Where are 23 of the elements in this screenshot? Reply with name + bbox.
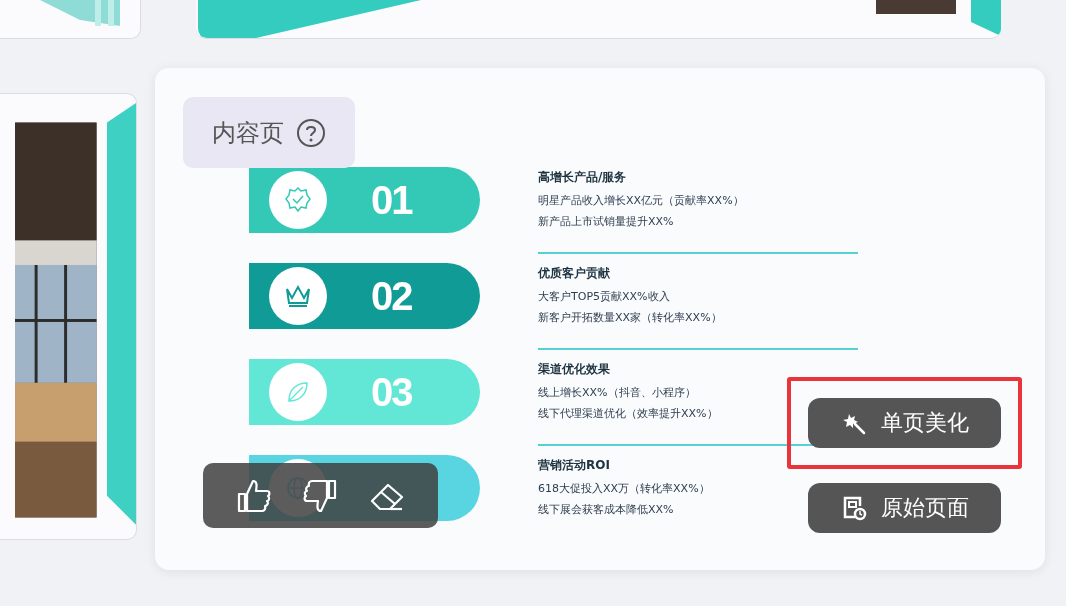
page-type-text: 内容页: [212, 117, 284, 149]
section-text: 新客户开拓数量XX家（转化率XX%）: [538, 310, 722, 325]
section-text: 618大促投入XX万（转化率XX%）: [538, 481, 710, 496]
slide-thumbnail[interactable]: [0, 93, 137, 540]
badge-icon: [283, 185, 313, 215]
section-heading: 渠道优化效果: [538, 361, 610, 378]
section-text: 新产品上市试销量提升XX%: [538, 214, 674, 229]
section-text: 线上增长XX%（抖音、小程序）: [538, 385, 696, 400]
slide-thumbnail[interactable]: [196, 0, 1001, 39]
section-text: 线下代理渠道优化（效率提升XX%）: [538, 406, 718, 421]
section-number: 01: [371, 177, 412, 223]
action-button[interactable]: 原始页面: [808, 483, 1001, 533]
section-text: 明星产品收入增长XX亿元（贡献率XX%）: [538, 193, 744, 208]
slide-thumbnail[interactable]: [0, 0, 141, 39]
section-number: 02: [371, 273, 412, 319]
section-number: 03: [371, 369, 412, 415]
section-text: 大客户TOP5贡献XX%收入: [538, 289, 670, 304]
action-button[interactable]: 单页美化: [808, 398, 1001, 448]
section-heading: 优质客户贡献: [538, 265, 610, 282]
help-icon[interactable]: [296, 117, 326, 148]
section-text: 线下展会获客成本降低XX%: [538, 502, 674, 517]
section-heading: 营销活动ROI: [538, 457, 610, 474]
section-heading: 高增长产品/服务: [538, 169, 627, 186]
